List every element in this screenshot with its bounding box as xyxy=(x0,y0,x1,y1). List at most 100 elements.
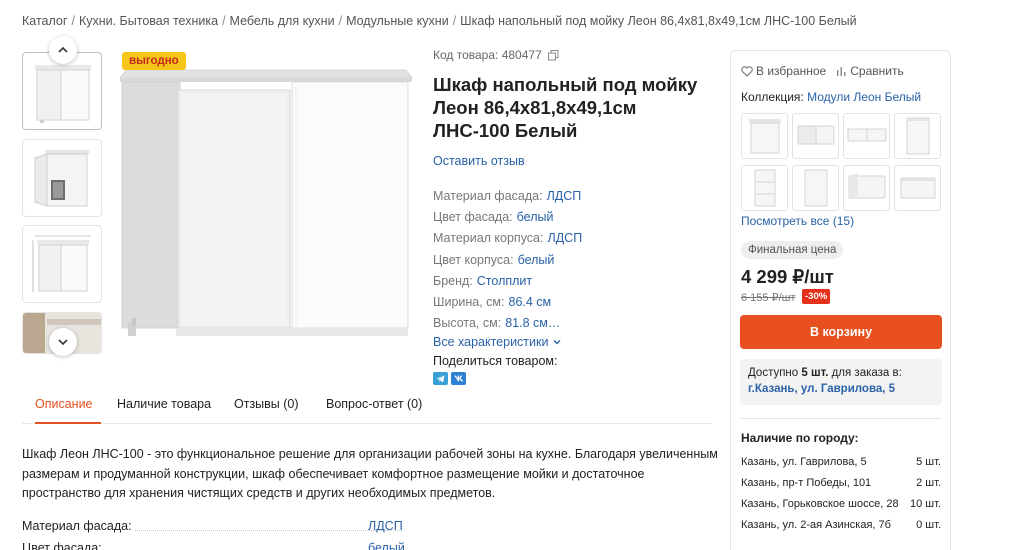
breadcrumb: Каталог / Кухни. Бытовая техника / Мебель дл… xyxy=(22,14,857,28)
module-image xyxy=(900,177,936,199)
spec-label: Материал фасада: xyxy=(433,189,543,203)
module-swatch[interactable] xyxy=(894,165,941,211)
see-all-modules-link[interactable]: Посмотреть все (15) xyxy=(741,214,854,228)
vk-icon[interactable] xyxy=(451,372,466,386)
thumbnail-gallery xyxy=(22,36,104,356)
active-tab-indicator xyxy=(35,422,101,424)
module-swatch[interactable] xyxy=(843,165,890,211)
panel-divider xyxy=(741,418,941,419)
module-image xyxy=(754,169,776,207)
cabinet-main-image xyxy=(119,69,413,336)
cabinet-dimensions-thumbnail-image xyxy=(32,235,91,292)
cabinet-open-thumbnail-image xyxy=(34,150,89,207)
telegram-icon[interactable] xyxy=(433,372,448,386)
chevron-up-icon xyxy=(58,46,68,53)
compare-button[interactable]: Сравнить xyxy=(836,64,904,78)
spec-list: Материал фасада: ЛДСП Цвет фасада: белый М… xyxy=(433,186,718,334)
attribute-value[interactable]: белый xyxy=(368,541,405,550)
city-availability-list: Казань, ул. Гаврилова, 5 5 шт. Казань, п… xyxy=(741,456,941,540)
attribute-name: Цвет фасада: xyxy=(22,541,104,550)
spec-value[interactable]: ЛДСП xyxy=(548,231,583,245)
attribute-name: Материал фасада: xyxy=(22,519,134,533)
spec-value[interactable]: белый xyxy=(518,253,555,267)
module-swatch[interactable] xyxy=(894,113,941,159)
product-code-text: Код товара: 480477 xyxy=(433,48,542,62)
stock-line: Доступно 5 шт. для заказа в: xyxy=(748,365,934,381)
store-row: Казань, ул. 2-ая Азинская, 7б 0 шт. xyxy=(741,519,941,540)
spec-value[interactable]: 81.8 см… xyxy=(505,316,560,330)
thumbnails-up-button[interactable] xyxy=(49,36,77,64)
module-image xyxy=(906,117,930,155)
store-row: Казань, ул. Гаврилова, 5 5 шт. xyxy=(741,456,941,477)
tab-description[interactable]: Описание xyxy=(35,397,93,411)
spec-value[interactable]: Столплит xyxy=(477,274,532,288)
current-price: 4 299 ₽/шт xyxy=(741,266,834,287)
add-to-favorites-button[interactable]: В избранное xyxy=(741,64,826,78)
collection-label: Коллекция: xyxy=(741,90,804,104)
module-swatch[interactable] xyxy=(741,113,788,159)
breadcrumb-kitchen-furniture[interactable]: Мебель для кухни xyxy=(230,14,335,28)
attribute-value[interactable]: ЛДСП xyxy=(368,519,403,533)
module-image xyxy=(804,169,828,207)
share-icons xyxy=(433,372,718,386)
module-swatch[interactable] xyxy=(792,113,839,159)
module-swatch[interactable] xyxy=(792,165,839,211)
spec-label: Материал корпуса: xyxy=(433,231,544,246)
chevron-down-icon xyxy=(553,340,561,345)
breadcrumb-kitchens[interactable]: Кухни. Бытовая техника xyxy=(79,14,218,28)
share-label: Поделиться товаром: xyxy=(433,354,558,369)
tab-questions[interactable]: Вопрос-ответ (0) xyxy=(326,397,422,411)
tab-reviews[interactable]: Отзывы (0) xyxy=(234,397,299,411)
stock-quantity: 5 шт. xyxy=(801,367,829,379)
stock-text-suffix: для заказа в: xyxy=(831,367,902,379)
copy-icon[interactable] xyxy=(547,49,559,61)
store-row: Казань, пр-т Победы, 101 2 шт. xyxy=(741,477,941,498)
discount-badge: -30% xyxy=(802,289,831,304)
module-image xyxy=(749,119,781,154)
chevron-down-icon xyxy=(58,339,68,346)
telegram-glyph-icon xyxy=(436,375,445,383)
spec-row: Материал корпуса: ЛДСП xyxy=(433,228,718,249)
spec-label: Цвет корпуса: xyxy=(433,252,514,267)
all-characteristics-link[interactable]: Все характеристики xyxy=(433,335,562,349)
product-main-image[interactable] xyxy=(119,48,415,340)
thumbnail-2[interactable] xyxy=(22,139,102,217)
module-swatch[interactable] xyxy=(741,165,788,211)
spec-value[interactable]: ЛДСП xyxy=(547,189,582,203)
stock-store-link[interactable]: г.Казань, ул. Гаврилова, 5 xyxy=(748,383,895,395)
product-title: Шкаф напольный под мойку Леон 86,4x81,8x… xyxy=(433,74,698,141)
spec-row: Цвет фасада: белый xyxy=(433,207,718,228)
compare-label: Сравнить xyxy=(850,64,904,78)
spec-row: Ширина, см: 86.4 см xyxy=(433,292,718,313)
collection-link[interactable]: Модули Леон Белый xyxy=(807,90,921,104)
dotted-leader xyxy=(112,530,402,531)
store-row: Казань, Горьковское шоссе, 28 10 шт. xyxy=(741,498,941,519)
spec-row: Материал фасада: ЛДСП xyxy=(433,186,718,207)
spec-row: Высота, см: 81.8 см… xyxy=(433,313,718,334)
module-swatch[interactable] xyxy=(843,113,890,159)
spec-label: Цвет фасада: xyxy=(433,210,513,225)
module-image xyxy=(847,128,887,142)
leave-review-link[interactable]: Оставить отзыв xyxy=(433,154,718,168)
breadcrumb-modular-kitchens[interactable]: Модульные кухни xyxy=(346,14,449,28)
spec-value[interactable]: белый xyxy=(517,210,554,224)
product-description: Шкаф Леон ЛНС-100 - это функциональное р… xyxy=(22,447,718,500)
spec-row: Цвет корпуса: белый xyxy=(433,250,718,271)
cabinet-thumbnail-image xyxy=(35,65,91,123)
thumbnail-3[interactable] xyxy=(22,225,102,303)
breadcrumb-catalog[interactable]: Каталог xyxy=(22,14,67,28)
deal-badge: выгодно xyxy=(122,52,186,70)
tab-availability[interactable]: Наличие товара xyxy=(117,397,211,411)
breadcrumb-separator: / xyxy=(338,14,343,28)
spec-value[interactable]: 86.4 см xyxy=(509,295,552,309)
store-address: Казань, Горьковское шоссе, 28 xyxy=(741,498,899,510)
final-price-badge: Финальная цена xyxy=(741,241,844,259)
thumbnails-down-button[interactable] xyxy=(49,328,77,356)
store-address: Казань, ул. 2-ая Азинская, 7б xyxy=(741,519,891,531)
breadcrumb-current: Шкаф напольный под мойку Леон 86,4x81,8x… xyxy=(460,14,857,28)
all-characteristics-label: Все характеристики xyxy=(433,335,549,350)
spec-label: Ширина, см: xyxy=(433,294,505,309)
add-to-cart-button[interactable]: В корзину xyxy=(740,315,942,349)
store-quantity: 10 шт. xyxy=(910,498,941,510)
favorites-label: В избранное xyxy=(756,64,827,78)
